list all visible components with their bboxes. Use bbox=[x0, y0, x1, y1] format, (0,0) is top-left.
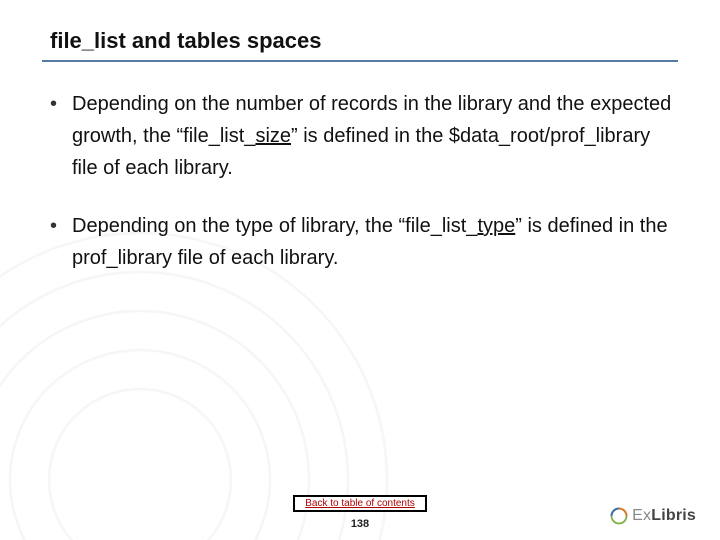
exlibris-logo-icon bbox=[609, 506, 629, 526]
brand-logo-text-light: Ex bbox=[632, 507, 651, 524]
bullet-item: Depending on the type of library, the “f… bbox=[48, 210, 678, 274]
bullet-item: Depending on the number of records in th… bbox=[48, 88, 678, 184]
slide-content: Depending on the number of records in th… bbox=[42, 88, 678, 274]
brand-logo-text: ExLibris bbox=[632, 507, 696, 525]
brand-logo: ExLibris bbox=[609, 506, 696, 526]
bullet-term-plain: file_list_ bbox=[183, 125, 255, 147]
back-to-toc-link[interactable]: Back to table of contents bbox=[293, 495, 427, 512]
bullet-term-underline: size bbox=[255, 125, 291, 147]
slide-title: file_list and tables spaces bbox=[42, 28, 678, 62]
bullet-term-plain: file_list_ bbox=[405, 215, 477, 237]
slide: file_list and tables spaces Depending on… bbox=[0, 0, 720, 540]
bullet-term-underline: type bbox=[477, 215, 515, 237]
bullet-text-pre: Depending on the type of library, the “ bbox=[72, 215, 405, 237]
brand-logo-text-bold: Libris bbox=[651, 507, 696, 524]
bullet-list: Depending on the number of records in th… bbox=[48, 88, 678, 274]
